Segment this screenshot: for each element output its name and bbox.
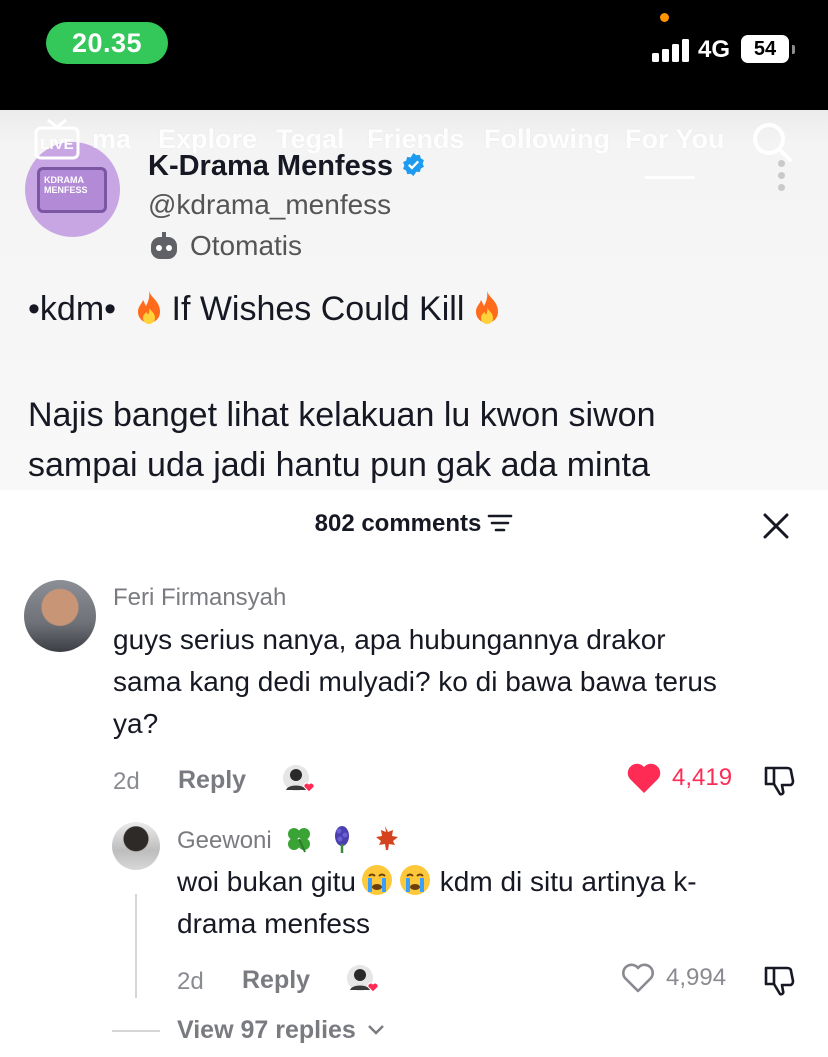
reply-text-line: drama menfess xyxy=(177,908,370,939)
like-count: 4,419 xyxy=(672,764,733,791)
crying-face-emoji-icon xyxy=(400,865,431,895)
sort-filter-icon[interactable] xyxy=(487,513,513,533)
reply-button[interactable]: Reply xyxy=(178,766,246,795)
search-icon[interactable] xyxy=(750,120,794,164)
comment-username[interactable]: Feri Firmansyah xyxy=(113,584,286,612)
reply-button[interactable]: Reply xyxy=(242,966,310,995)
like-button[interactable]: 4,419 xyxy=(626,762,732,794)
reply-text-part: woi bukan gitu xyxy=(177,866,357,897)
thread-connector-line xyxy=(135,894,137,998)
tab-explore[interactable]: Explore xyxy=(158,124,257,155)
hyacinth-emoji-icon xyxy=(335,826,350,853)
fire-emoji-icon xyxy=(137,291,160,324)
post-body: Najis banget lihat kelakuan lu kwon siwo… xyxy=(28,390,808,490)
view-replies-button[interactable]: View 97 replies xyxy=(177,1016,385,1045)
fire-emoji-icon xyxy=(476,291,499,324)
creator-liked-icon xyxy=(281,763,315,793)
live-label: LIVE xyxy=(40,136,73,153)
comment-avatar[interactable] xyxy=(24,580,96,652)
tab-partial[interactable]: ma xyxy=(92,124,131,155)
like-count: 4,994 xyxy=(666,964,727,991)
battery-icon: 54 xyxy=(741,35,795,63)
tab-for-you[interactable]: For You xyxy=(625,124,725,155)
view-replies-label: View 97 replies xyxy=(177,1016,356,1044)
comment-age: 2d xyxy=(113,768,140,795)
comment-text-line: ya? xyxy=(113,708,159,739)
chevron-down-icon xyxy=(367,1025,384,1035)
post-title-prefix: •kdm• xyxy=(28,290,117,328)
privacy-indicator-dot xyxy=(660,13,669,22)
tab-following[interactable]: Following xyxy=(484,124,610,155)
comment-text-line: sama kang dedi mulyadi? ko di bawa bawa … xyxy=(113,666,717,697)
status-bar: 20.35 4G 54 xyxy=(0,0,828,110)
crying-face-emoji-icon xyxy=(362,865,393,895)
comments-count: 802 comments xyxy=(314,510,482,537)
logo-text-2: MENFESS xyxy=(44,185,88,195)
robot-icon xyxy=(151,232,177,259)
network-type: 4G xyxy=(698,36,731,63)
reply-username-text: Geewoni xyxy=(177,827,272,854)
heart-outline-icon xyxy=(622,963,654,993)
account-handle: @kdrama_menfess xyxy=(148,189,392,220)
like-button[interactable]: 4,994 xyxy=(620,962,726,994)
reply-username[interactable]: Geewoni xyxy=(177,824,400,855)
post-title-text: If Wishes Could Kill xyxy=(171,290,465,328)
comments-header: 802 comments xyxy=(0,510,828,538)
post-title: •kdm• If Wishes Could Kill xyxy=(28,290,510,329)
heart-filled-icon xyxy=(627,763,661,793)
reply-text-part: kdm di situ artinya k- xyxy=(439,866,697,897)
live-icon[interactable]: LIVE xyxy=(34,118,80,160)
clover-emoji-icon xyxy=(288,828,311,853)
view-replies-divider xyxy=(112,1030,160,1032)
close-icon[interactable] xyxy=(762,512,790,540)
status-time: 20.35 xyxy=(46,22,168,64)
battery-level: 54 xyxy=(753,37,777,60)
dislike-icon[interactable] xyxy=(762,964,796,998)
comments-sheet: 802 comments Feri Firmansyah guys serius… xyxy=(0,490,828,1057)
more-options-icon[interactable] xyxy=(778,160,786,194)
automated-label-text: Otomatis xyxy=(190,230,303,261)
creator-liked-icon xyxy=(345,963,379,993)
tab-friends[interactable]: Friends xyxy=(367,124,465,155)
automated-label: Otomatis xyxy=(148,230,302,262)
reply-text-line: woi bukan gitu kdm di situ artinya k- xyxy=(177,861,697,903)
reply-age: 2d xyxy=(177,968,204,995)
maple-leaf-emoji-icon xyxy=(375,826,398,850)
reply-text: woi bukan gitu kdm di situ artinya k- dr… xyxy=(177,861,697,945)
comment-text: guys serius nanya, apa hubungannya drako… xyxy=(113,619,717,745)
active-tab-indicator xyxy=(645,176,695,179)
reply-avatar[interactable] xyxy=(112,822,160,870)
tab-tegal[interactable]: Tegal xyxy=(276,124,345,155)
post-body-line: sampai uda jadi hantu pun gak ada minta xyxy=(28,446,650,484)
comment-text-line: guys serius nanya, apa hubungannya drako… xyxy=(113,624,666,655)
cellular-signal-icon xyxy=(652,38,692,62)
dislike-icon[interactable] xyxy=(762,764,796,798)
post-body-line: Najis banget lihat kelakuan lu kwon siwo… xyxy=(28,396,656,434)
top-navigation: LIVE ma Explore Tegal Friends Following … xyxy=(0,110,828,191)
